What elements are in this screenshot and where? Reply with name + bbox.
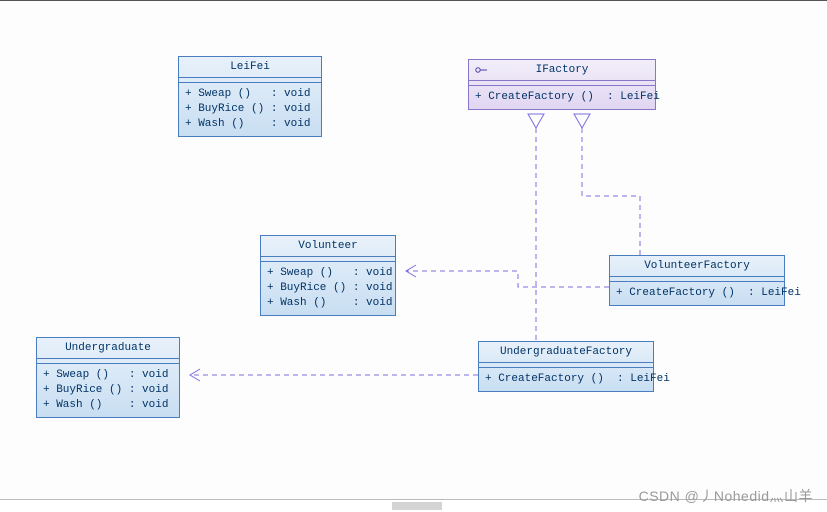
class-volunteer: Volunteer + Sweap () : void + BuyRice ()…: [260, 235, 396, 316]
class-title: VolunteerFactory: [610, 256, 784, 277]
class-undergraduatefactory: UndergraduateFactory + CreateFactory () …: [478, 341, 654, 392]
class-title: Volunteer: [261, 236, 395, 257]
class-leifei: LeiFei + Sweap () : void + BuyRice () : …: [178, 56, 322, 137]
dependency-line: [406, 271, 609, 287]
class-undergraduate: Undergraduate + Sweap () : void + BuyRic…: [36, 337, 180, 418]
op: + BuyRice () : void: [43, 383, 173, 398]
realization-arrowhead-icon: [574, 114, 590, 128]
dependency-arrowhead-icon: [190, 369, 200, 381]
class-ops: + CreateFactory () : LeiFei: [469, 86, 655, 109]
op: + Sweap () : void: [267, 266, 389, 281]
op: + Sweap () : void: [43, 368, 173, 383]
op: + Wash () : void: [43, 398, 173, 413]
op: + BuyRice () : void: [267, 281, 389, 296]
watermark: CSDN @丿Nohedid灬山羊: [639, 486, 813, 506]
class-volunteerfactory: VolunteerFactory + CreateFactory () : Le…: [609, 255, 785, 306]
class-ops: + CreateFactory () : LeiFei: [610, 282, 784, 305]
class-ops: + Sweap () : void + BuyRice () : void + …: [261, 262, 395, 315]
class-title: Undergraduate: [37, 338, 179, 359]
scrollbar-thumb[interactable]: [392, 502, 442, 510]
diagram-canvas: LeiFei + Sweap () : void + BuyRice () : …: [0, 0, 827, 512]
dependency-arrowhead-icon: [406, 265, 416, 277]
op: + Wash () : void: [267, 296, 389, 311]
class-ops: + CreateFactory () : LeiFei: [479, 368, 653, 391]
op: + Wash () : void: [185, 117, 315, 132]
class-ops: + Sweap () : void + BuyRice () : void + …: [179, 83, 321, 136]
op: + BuyRice () : void: [185, 102, 315, 117]
interface-ifactory: IFactory + CreateFactory () : LeiFei: [468, 59, 656, 110]
op: + Sweap () : void: [185, 87, 315, 102]
realization-line: [582, 128, 640, 255]
class-title-text: IFactory: [536, 64, 589, 76]
interface-lollipop-icon: [475, 67, 485, 73]
op: + CreateFactory () : LeiFei: [485, 372, 647, 387]
op: + CreateFactory () : LeiFei: [475, 90, 649, 105]
class-title: LeiFei: [179, 57, 321, 78]
realization-arrowhead-icon: [528, 114, 544, 128]
class-title: IFactory: [469, 60, 655, 81]
op: + CreateFactory () : LeiFei: [616, 286, 778, 301]
class-title: UndergraduateFactory: [479, 342, 653, 363]
class-ops: + Sweap () : void + BuyRice () : void + …: [37, 364, 179, 417]
